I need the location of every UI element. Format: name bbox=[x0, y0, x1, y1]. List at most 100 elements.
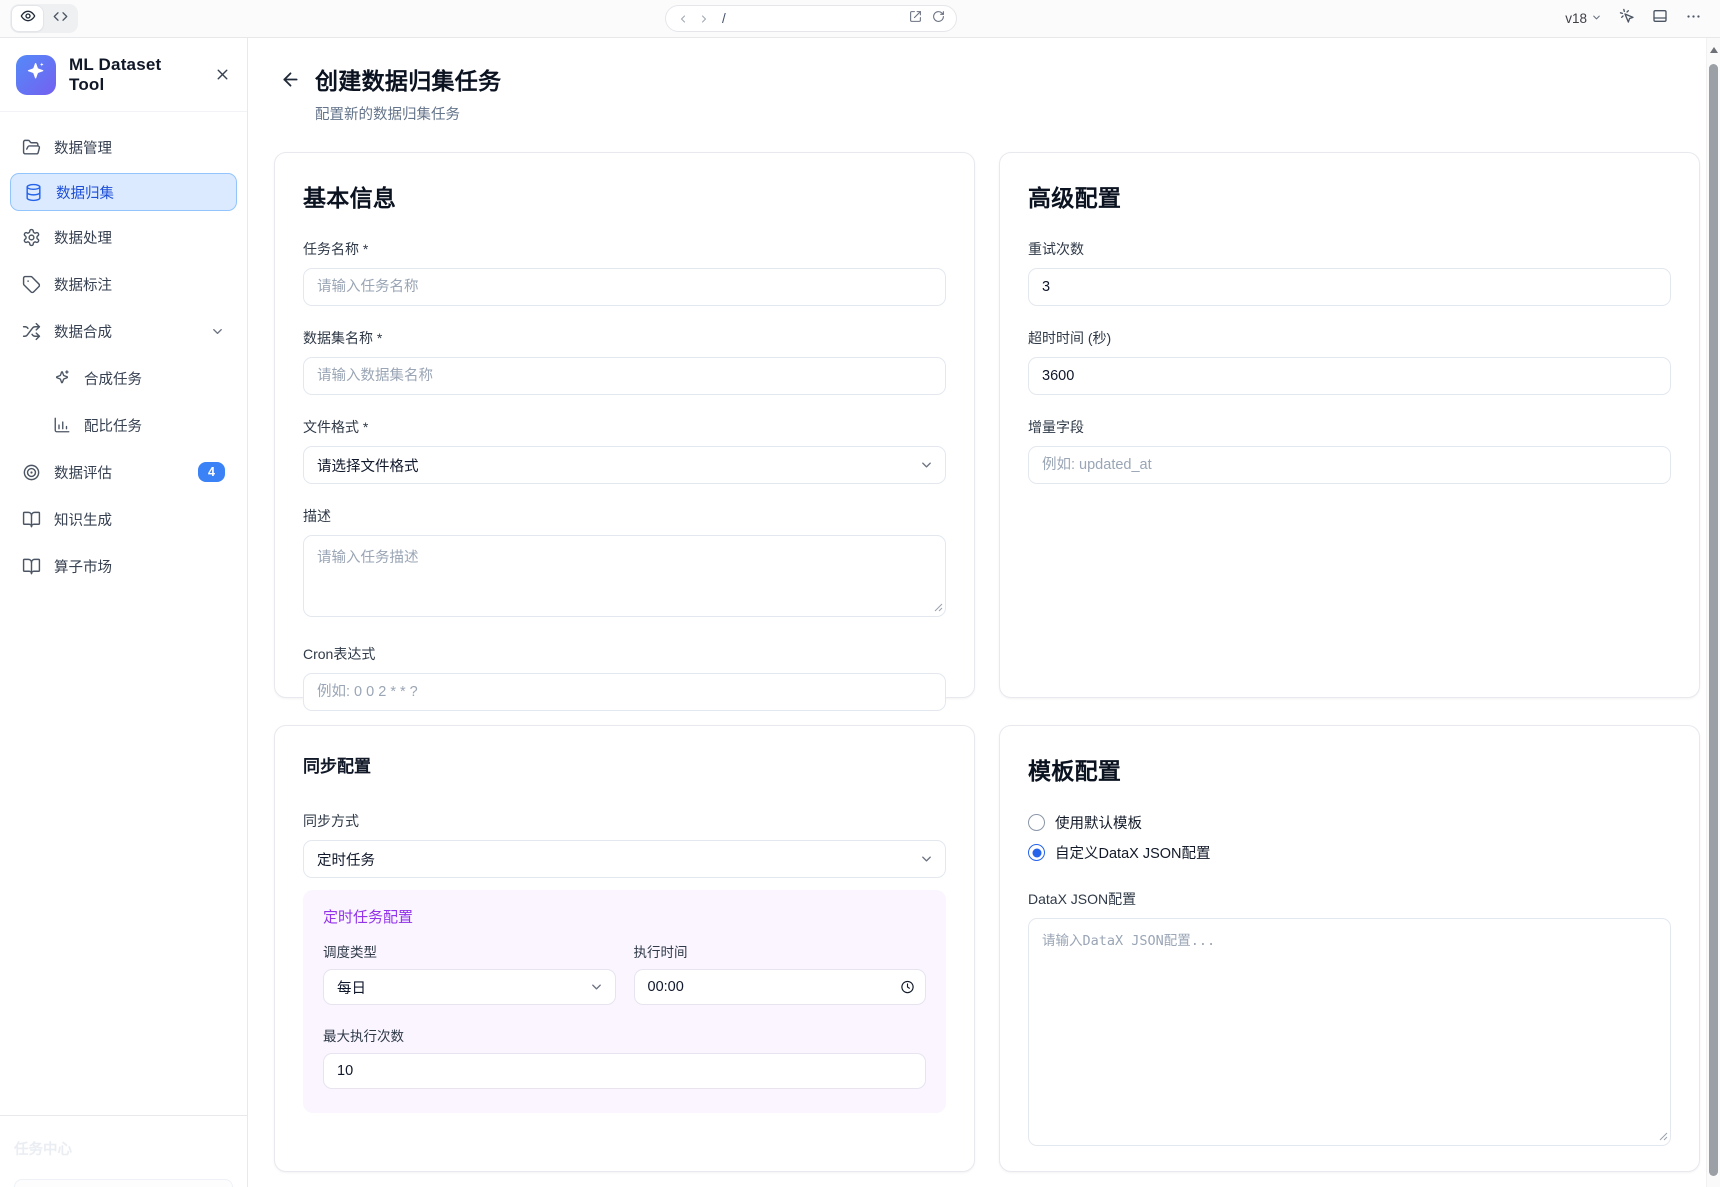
refresh-icon[interactable] bbox=[932, 10, 945, 28]
custom-datax-option[interactable]: 自定义DataX JSON配置 bbox=[1028, 842, 1671, 863]
template-config-heading: 模板配置 bbox=[1028, 752, 1671, 786]
exec-time-label: 执行时间 bbox=[634, 941, 927, 961]
sync-mode-select[interactable]: 定时任务 bbox=[303, 840, 946, 878]
book-icon bbox=[22, 557, 41, 576]
sync-mode-value: 定时任务 bbox=[317, 849, 375, 870]
sidebar-item-label: 配比任务 bbox=[84, 415, 142, 436]
retry-count-label: 重试次数 bbox=[1028, 239, 1671, 259]
advanced-config-card: 高级配置 重试次数 超时时间 (秒) 增量字段 bbox=[999, 152, 1700, 698]
sidebar-item-label: 数据处理 bbox=[54, 227, 112, 248]
sidebar-nav: 数据管理 数据归集 数据处理 数据标注 bbox=[0, 112, 247, 1115]
sidebar-item-label: 数据合成 bbox=[54, 321, 112, 342]
forward-nav-icon[interactable] bbox=[698, 13, 710, 25]
sidebar-item-data-collection[interactable]: 数据归集 bbox=[10, 173, 237, 211]
radio-checked-icon[interactable] bbox=[1028, 844, 1045, 861]
page-title: 创建数据归集任务 bbox=[315, 62, 501, 96]
exec-time-input[interactable] bbox=[634, 969, 927, 1005]
default-template-label: 使用默认模板 bbox=[1055, 812, 1142, 833]
sidebar-item-knowledge-generation[interactable]: 知识生成 bbox=[10, 498, 237, 540]
datax-json-textarea[interactable] bbox=[1028, 918, 1671, 1146]
template-config-card: 模板配置 使用默认模板 自定义DataX JSON配置 DataX JSON配置 bbox=[999, 725, 1700, 1172]
scheduled-task-panel: 定时任务配置 调度类型 每日 执行时间 bbox=[303, 890, 946, 1113]
task-name-input[interactable] bbox=[303, 268, 946, 306]
pointer-mode-button[interactable] bbox=[1619, 8, 1635, 29]
more-options-button[interactable] bbox=[1685, 8, 1702, 30]
sidebar-item-label: 数据标注 bbox=[54, 274, 112, 295]
timeout-input[interactable] bbox=[1028, 357, 1671, 395]
back-button[interactable] bbox=[280, 69, 301, 95]
sidebar-item-label: 合成任务 bbox=[84, 368, 142, 389]
open-external-icon[interactable] bbox=[909, 10, 922, 28]
task-center-panel bbox=[14, 1179, 233, 1187]
sidebar-item-ratio-task[interactable]: 配比任务 bbox=[10, 404, 237, 446]
cron-input[interactable] bbox=[303, 673, 946, 711]
schedule-type-select[interactable]: 每日 bbox=[323, 969, 616, 1005]
incremental-field-label: 增量字段 bbox=[1028, 417, 1671, 437]
incremental-field-input[interactable] bbox=[1028, 446, 1671, 484]
sidebar-item-label: 数据管理 bbox=[54, 137, 112, 158]
sparkles-icon bbox=[24, 60, 48, 89]
max-runs-label: 最大执行次数 bbox=[323, 1025, 926, 1045]
sidebar-footer: 任务中心 bbox=[0, 1115, 247, 1187]
target-icon bbox=[22, 463, 41, 482]
app-title: ML Dataset Tool bbox=[69, 55, 201, 95]
vertical-scrollbar[interactable] bbox=[1706, 38, 1720, 1187]
scroll-up-arrow-icon[interactable] bbox=[1710, 47, 1718, 53]
radio-unchecked-icon[interactable] bbox=[1028, 814, 1045, 831]
evaluation-count-badge: 4 bbox=[198, 462, 225, 482]
version-selector[interactable]: v18 bbox=[1565, 11, 1602, 26]
browser-toolbar: / v18 bbox=[0, 0, 1720, 38]
address-bar[interactable]: / bbox=[665, 5, 957, 32]
description-textarea[interactable] bbox=[303, 535, 946, 617]
gear-icon bbox=[22, 228, 41, 247]
max-runs-input[interactable] bbox=[323, 1053, 926, 1089]
layout-panel-button[interactable] bbox=[1652, 8, 1668, 29]
code-toggle-button[interactable] bbox=[45, 6, 76, 31]
url-path[interactable]: / bbox=[722, 11, 726, 26]
code-icon bbox=[53, 9, 68, 29]
basic-info-card: 基本信息 任务名称 * 数据集名称 * 文件格式 * 请选择文件格式 bbox=[274, 152, 975, 698]
sidebar-item-data-annotation[interactable]: 数据标注 bbox=[10, 263, 237, 305]
close-icon[interactable] bbox=[214, 66, 231, 83]
sidebar-item-data-processing[interactable]: 数据处理 bbox=[10, 216, 237, 258]
bar-chart-icon bbox=[53, 416, 71, 434]
file-format-label: 文件格式 * bbox=[303, 417, 946, 437]
retry-count-input[interactable] bbox=[1028, 268, 1671, 306]
scrollbar-thumb[interactable] bbox=[1709, 64, 1718, 1176]
basic-info-heading: 基本信息 bbox=[303, 179, 946, 213]
sidebar-item-operator-market[interactable]: 算子市场 bbox=[10, 545, 237, 587]
eye-icon bbox=[20, 8, 36, 29]
app-logo bbox=[16, 55, 56, 95]
chevron-down-icon bbox=[1591, 11, 1602, 26]
chevron-down-icon bbox=[919, 852, 934, 867]
tag-icon bbox=[22, 275, 41, 294]
schedule-type-value: 每日 bbox=[337, 977, 366, 998]
preview-toggle-button[interactable] bbox=[12, 6, 43, 31]
custom-datax-label: 自定义DataX JSON配置 bbox=[1055, 842, 1211, 863]
advanced-config-heading: 高级配置 bbox=[1028, 179, 1671, 213]
task-center-title: 任务中心 bbox=[14, 1138, 233, 1159]
sync-config-heading: 同步配置 bbox=[303, 752, 946, 777]
datax-json-label: DataX JSON配置 bbox=[1028, 889, 1671, 909]
cron-label: Cron表达式 bbox=[303, 644, 946, 664]
file-format-select[interactable]: 请选择文件格式 bbox=[303, 446, 946, 484]
sidebar-item-data-management[interactable]: 数据管理 bbox=[10, 126, 237, 168]
chevron-down-icon bbox=[919, 458, 934, 473]
chevron-down-icon bbox=[589, 980, 604, 995]
folder-icon bbox=[22, 138, 41, 157]
arrow-left-icon bbox=[280, 69, 301, 95]
sparkles-icon bbox=[53, 369, 71, 387]
sidebar-item-synthesis-task[interactable]: 合成任务 bbox=[10, 357, 237, 399]
sidebar: ML Dataset Tool 数据管理 数据归集 bbox=[0, 38, 248, 1187]
panel-bottom-icon bbox=[1652, 8, 1668, 29]
main-content: 创建数据归集任务 配置新的数据归集任务 基本信息 任务名称 * 数据集名称 * … bbox=[248, 38, 1720, 1187]
default-template-option[interactable]: 使用默认模板 bbox=[1028, 812, 1671, 833]
chevron-down-icon bbox=[210, 324, 225, 339]
sidebar-item-data-synthesis[interactable]: 数据合成 bbox=[10, 310, 237, 352]
dataset-name-label: 数据集名称 * bbox=[303, 328, 946, 348]
dataset-name-input[interactable] bbox=[303, 357, 946, 395]
sidebar-item-data-evaluation[interactable]: 数据评估 4 bbox=[10, 451, 237, 493]
sidebar-item-label: 数据评估 bbox=[54, 462, 112, 483]
clock-icon[interactable] bbox=[900, 980, 915, 995]
back-nav-icon[interactable] bbox=[677, 13, 689, 25]
